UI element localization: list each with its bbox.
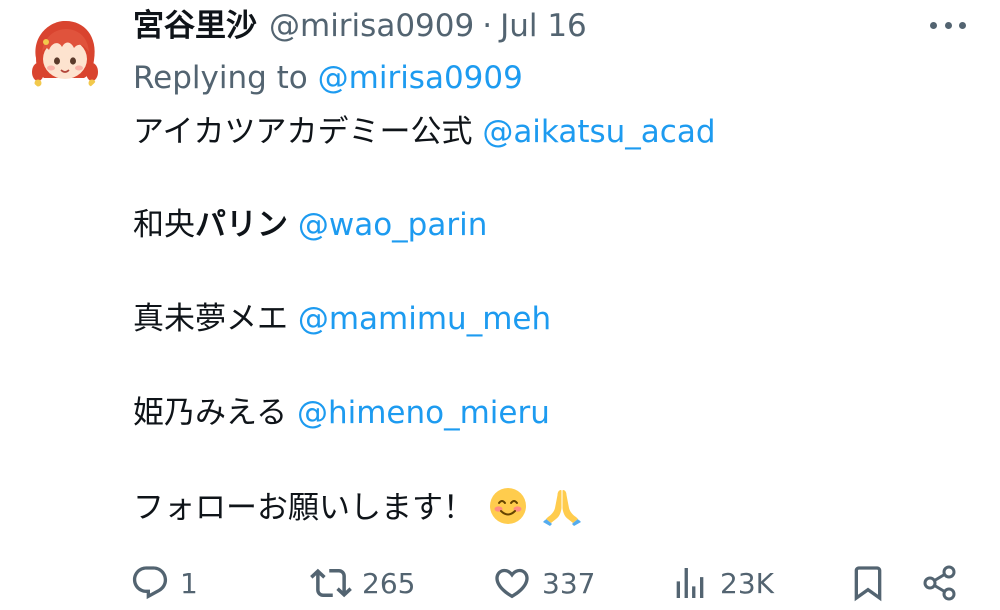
separator-dot: · — [482, 8, 493, 44]
replying-to-label: Replying to — [133, 60, 308, 96]
avatar[interactable] — [22, 12, 106, 96]
tweet-date[interactable]: Jul 16 — [500, 0, 587, 52]
tweet-line-3: 真未夢メエ @mamimu_meh — [133, 297, 551, 341]
line-text: アイカツアカデミー公式 — [133, 114, 473, 150]
display-name[interactable]: 宮谷里沙 — [133, 0, 257, 52]
retweet-icon — [310, 568, 352, 598]
bookmark-button[interactable] — [848, 556, 888, 610]
views-bars-icon — [676, 568, 704, 598]
mention-link[interactable]: @aikatsu_acad — [482, 114, 715, 150]
more-horizontal-icon[interactable] — [926, 10, 970, 40]
action-bar: 1 265 337 23K — [130, 556, 970, 610]
tweet-line-4: 姫乃みえる @himeno_mieru — [133, 391, 550, 435]
tweet-line-5: フォローお願いします！ — [133, 486, 582, 530]
replying-to: Replying to @mirisa0909 — [133, 56, 523, 100]
reply-count: 1 — [180, 566, 198, 600]
line-text: フォローお願いします！ — [133, 490, 474, 526]
tweet-line-1: アイカツアカデミー公式 @aikatsu_acad — [133, 110, 716, 154]
mention-link[interactable]: @himeno_mieru — [297, 395, 550, 431]
line-text: 和央 — [133, 207, 195, 243]
tweet-header: 宮谷里沙 @mirisa0909 · Jul 16 — [133, 0, 587, 52]
smiling-face-emoji — [489, 488, 526, 524]
line-text: 真未夢メエ — [133, 301, 288, 337]
views-count: 23K — [720, 566, 774, 600]
retweet-button[interactable]: 265 — [310, 556, 415, 610]
tweet: 宮谷里沙 @mirisa0909 · Jul 16 Replying to @m… — [0, 0, 1000, 610]
reply-bubble-icon — [132, 566, 168, 600]
share-icon — [923, 565, 956, 601]
reply-button[interactable]: 1 — [130, 556, 198, 610]
line-text: 姫乃みえる — [133, 395, 288, 431]
retweet-count: 265 — [362, 566, 416, 600]
mention-link[interactable]: @mamimu_meh — [298, 301, 551, 337]
share-button[interactable] — [920, 556, 960, 610]
heart-icon — [495, 568, 529, 599]
line-text-bold: パリン — [195, 207, 288, 243]
user-handle[interactable]: @mirisa0909 — [269, 0, 474, 52]
like-count: 337 — [542, 566, 596, 600]
avatar-red-hair-girl-icon — [22, 12, 106, 96]
tweet-line-2: 和央パリン @wao_parin — [133, 203, 487, 247]
like-button[interactable]: 337 — [492, 556, 595, 610]
bookmark-icon — [854, 566, 882, 602]
replying-to-handle[interactable]: @mirisa0909 — [318, 60, 523, 96]
views-button[interactable]: 23K — [670, 556, 774, 610]
mention-link[interactable]: @wao_parin — [298, 207, 488, 243]
folded-hands-emoji — [542, 490, 581, 526]
